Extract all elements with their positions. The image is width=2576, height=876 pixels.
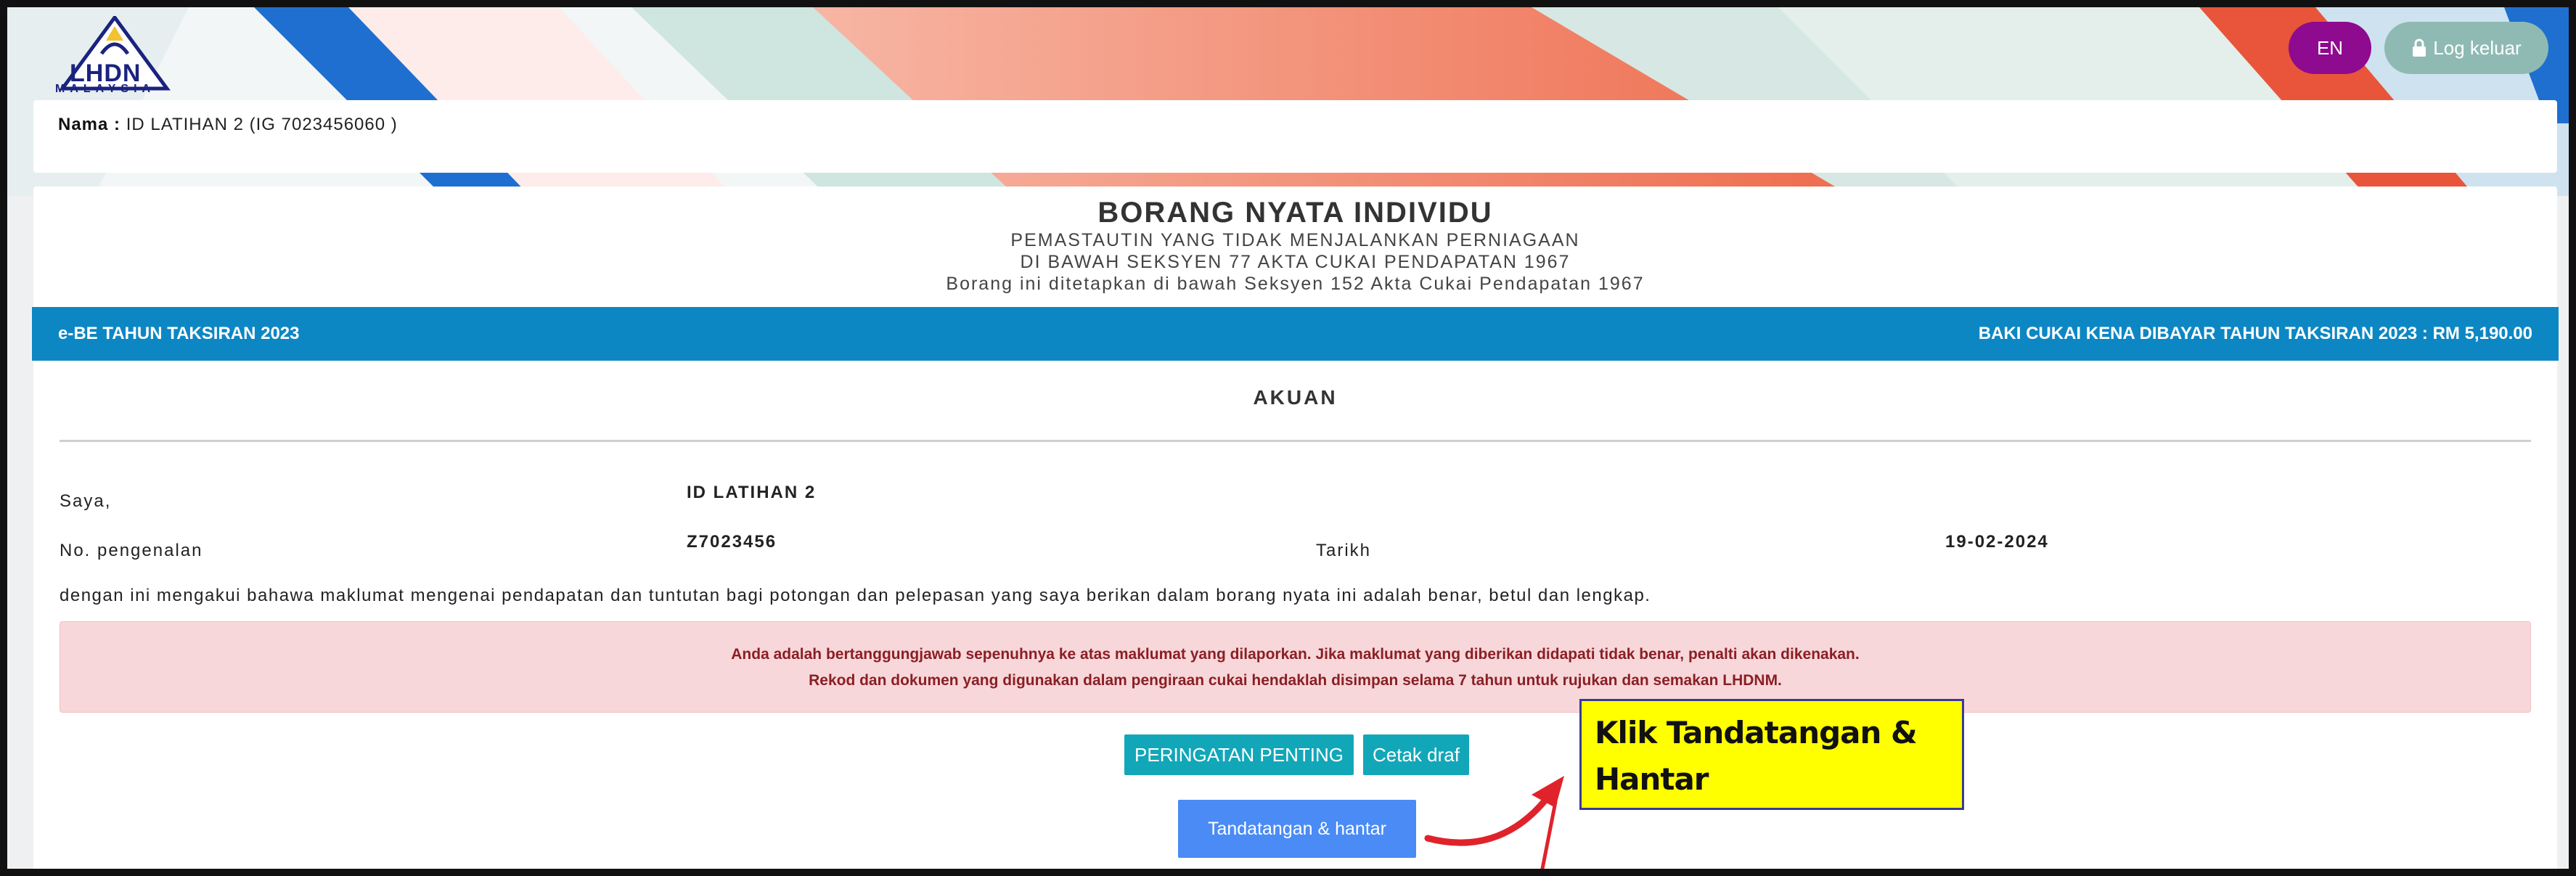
sign-submit-button[interactable]: Tandatangan & hantar xyxy=(1178,800,1416,858)
form-card: BORANG NYATA INDIVIDU PEMASTAUTIN YANG T… xyxy=(32,187,2559,869)
assessment-year-label: e-BE TAHUN TAKSIRAN 2023 xyxy=(58,324,300,343)
print-draft-button[interactable]: Cetak draf xyxy=(1363,734,1469,775)
form-header: BORANG NYATA INDIVIDU PEMASTAUTIN YANG T… xyxy=(33,197,2557,295)
callout-line-2: Hantar xyxy=(1595,761,1709,797)
name-label: Nama : xyxy=(58,115,121,134)
divider xyxy=(60,440,2531,442)
lock-icon xyxy=(2413,38,2426,57)
alert-line-1: Anda adalah bertanggungjawab sepenuhnya … xyxy=(731,646,1860,663)
form-subtitle-3: Borang ini ditetapkan di bawah Seksyen 1… xyxy=(946,274,1645,294)
logo-subtext: MALAYSIA xyxy=(55,83,156,95)
taxpayer-name-bar: Nama : ID LATIHAN 2 (IG 7023456060 ) xyxy=(33,100,2557,173)
form-subtitle-2: DI BAWAH SEKSYEN 77 AKTA CUKAI PENDAPATA… xyxy=(1020,252,1571,272)
date-value: 19-02-2024 xyxy=(1945,532,2049,552)
date-label: Tarikh xyxy=(1316,541,1372,560)
instruction-callout: Klik Tandatangan & Hantar xyxy=(1579,699,1964,810)
callout-line-1: Klik Tandatangan & xyxy=(1595,715,1918,750)
tax-balance-label: BAKI CUKAI KENA DIBAYAR TAHUN TAKSIRAN 2… xyxy=(1978,324,2532,343)
warning-alert: Anda adalah bertanggungjawab sepenuhnya … xyxy=(60,621,2531,713)
id-number-label: No. pengenalan xyxy=(60,541,203,560)
id-number-value: Z7023456 xyxy=(687,532,777,552)
saya-label: Saya, xyxy=(60,491,112,511)
form-subtitle-1: PEMASTAUTIN YANG TIDAK MENJALANKAN PERNI… xyxy=(1010,230,1580,250)
important-notice-button[interactable]: PERINGATAN PENTING xyxy=(1124,734,1354,775)
saya-value: ID LATIHAN 2 xyxy=(687,483,817,502)
app-window: LHDN MALAYSIA EN Log keluar Nama : ID LA… xyxy=(0,0,2576,876)
section-title: AKUAN xyxy=(1253,386,1338,409)
logout-button[interactable]: Log keluar xyxy=(2384,22,2548,74)
form-title: BORANG NYATA INDIVIDU xyxy=(1097,197,1493,229)
language-button[interactable]: EN xyxy=(2289,22,2371,74)
pointer-arrow xyxy=(1424,776,1564,869)
declaration-text: dengan ini mengakui bahawa maklumat meng… xyxy=(60,586,1651,605)
logout-label: Log keluar xyxy=(2433,36,2522,59)
name-value: ID LATIHAN 2 (IG 7023456060 ) xyxy=(126,115,398,134)
alert-line-2: Rekod dan dokumen yang digunakan dalam p… xyxy=(809,672,1782,689)
assessment-bar: e-BE TAHUN TAKSIRAN 2023 BAKI CUKAI KENA… xyxy=(32,307,2559,361)
